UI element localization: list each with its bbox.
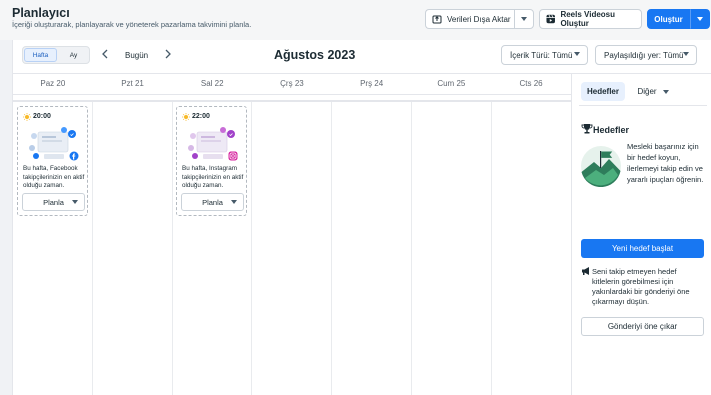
schedule-button[interactable]: Planla bbox=[22, 193, 85, 211]
chevron-left-icon bbox=[102, 49, 108, 59]
shared-on-filter-label: Paylaşıldığı yer: Tümü bbox=[604, 50, 684, 60]
tab-other-label: Diğer bbox=[637, 87, 657, 96]
goal-flag-illustration bbox=[581, 146, 621, 187]
column-divider bbox=[251, 102, 252, 395]
chevron-down-icon bbox=[574, 52, 580, 56]
column-divider bbox=[491, 102, 492, 395]
column-divider bbox=[411, 102, 412, 395]
day-header: Çrş 23 bbox=[280, 79, 304, 88]
schedule-button[interactable]: Planla bbox=[181, 193, 244, 211]
chevron-down-icon bbox=[697, 17, 703, 21]
page-subtitle: İçeriği oluşturarak, planlayarak ve yöne… bbox=[12, 20, 252, 29]
day-header: Prş 24 bbox=[360, 79, 384, 88]
card-time: 22:00 bbox=[192, 113, 210, 120]
chevron-down-icon bbox=[72, 200, 78, 204]
day-header: Cum 25 bbox=[437, 79, 466, 88]
sun-icon bbox=[182, 113, 190, 121]
today-button[interactable]: Bugün bbox=[125, 51, 148, 60]
page-title: Planlayıcı bbox=[12, 6, 70, 20]
shared-on-filter[interactable]: Paylaşıldığı yer: Tümü bbox=[595, 45, 697, 65]
trophy-icon bbox=[581, 124, 593, 134]
export-data-label: Verileri Dışa Aktar bbox=[447, 14, 511, 24]
tab-other[interactable]: Diğer bbox=[633, 82, 673, 101]
goals-description: Mesleki başarınız için bir hedef koyun, … bbox=[627, 142, 704, 184]
boost-suggestion-text: Seni takip etmeyen hedef kitlelerin göre… bbox=[592, 267, 690, 306]
create-button[interactable]: Oluştur bbox=[647, 9, 690, 29]
megaphone-icon bbox=[582, 267, 589, 275]
content-type-filter-label: İçerik Türü: Tümü bbox=[510, 50, 573, 60]
card-time: 20:00 bbox=[33, 113, 51, 120]
month-title: Ağustos 2023 bbox=[274, 48, 356, 62]
export-dropdown-button[interactable] bbox=[514, 9, 534, 29]
all-day-strip bbox=[13, 94, 571, 102]
view-week-button[interactable]: Hafta bbox=[24, 48, 57, 62]
create-reel-label: Reels Videosu Oluştur bbox=[560, 10, 615, 28]
column-divider bbox=[92, 102, 93, 395]
sun-icon bbox=[23, 113, 31, 121]
next-week-button[interactable] bbox=[164, 49, 172, 62]
tab-goals[interactable]: Hedefler bbox=[581, 82, 625, 101]
export-data-button[interactable]: Verileri Dışa Aktar bbox=[425, 9, 515, 29]
best-time-card-facebook: 20:00 Bu hafta, Facebook takipçilerinizi… bbox=[17, 106, 88, 216]
reels-icon bbox=[546, 14, 555, 24]
planner-panel: Hafta Ay Bugün Ağustos 2023 İçerik Türü:… bbox=[12, 40, 711, 395]
best-time-card-instagram: 22:00 Bu hafta, Instagram takipçileriniz… bbox=[176, 106, 247, 216]
schedule-button-label: Planla bbox=[43, 197, 64, 207]
chevron-down-icon bbox=[231, 200, 237, 204]
day-header: Pzt 21 bbox=[121, 79, 144, 88]
boost-post-button[interactable]: Gönderiyi öne çıkar bbox=[581, 317, 704, 336]
facebook-audience-illustration bbox=[29, 127, 79, 161]
card-description: Bu hafta, Instagram takipçilerinizin en … bbox=[182, 165, 244, 189]
view-toggle: Hafta Ay bbox=[22, 46, 90, 64]
page-header: Planlayıcı İçeriği oluşturarak, planlaya… bbox=[0, 0, 711, 40]
day-header: Cts 26 bbox=[519, 79, 543, 88]
chevron-right-icon bbox=[165, 49, 171, 59]
instagram-audience-illustration bbox=[188, 127, 238, 161]
chevron-down-icon bbox=[521, 17, 527, 21]
export-icon bbox=[432, 15, 442, 24]
create-reel-button[interactable]: Reels Videosu Oluştur bbox=[539, 9, 642, 29]
view-month-button[interactable]: Ay bbox=[58, 48, 89, 62]
day-header: Sal 22 bbox=[200, 79, 224, 88]
start-new-goal-button[interactable]: Yeni hedef başlat bbox=[581, 239, 704, 258]
day-header: Paz 20 bbox=[40, 79, 66, 88]
content-type-filter[interactable]: İçerik Türü: Tümü bbox=[501, 45, 588, 65]
column-divider bbox=[172, 102, 173, 395]
goals-title: Hedefler bbox=[593, 125, 630, 135]
schedule-button-label: Planla bbox=[202, 197, 223, 207]
calendar-day-header: Paz 20 Pzt 21 Sal 22 Çrş 23 Prş 24 Cum 2… bbox=[13, 73, 571, 94]
create-dropdown-button[interactable] bbox=[690, 9, 710, 29]
column-divider bbox=[331, 102, 332, 395]
chevron-down-icon bbox=[662, 89, 669, 94]
goals-sidebar: Hedefler Diğer Hedefler Mesleki başarını… bbox=[571, 73, 711, 395]
chevron-down-icon bbox=[683, 52, 689, 56]
tab-divider bbox=[579, 105, 707, 106]
previous-week-button[interactable] bbox=[101, 49, 109, 62]
card-description: Bu hafta, Facebook takipçilerinizin en a… bbox=[23, 165, 85, 189]
